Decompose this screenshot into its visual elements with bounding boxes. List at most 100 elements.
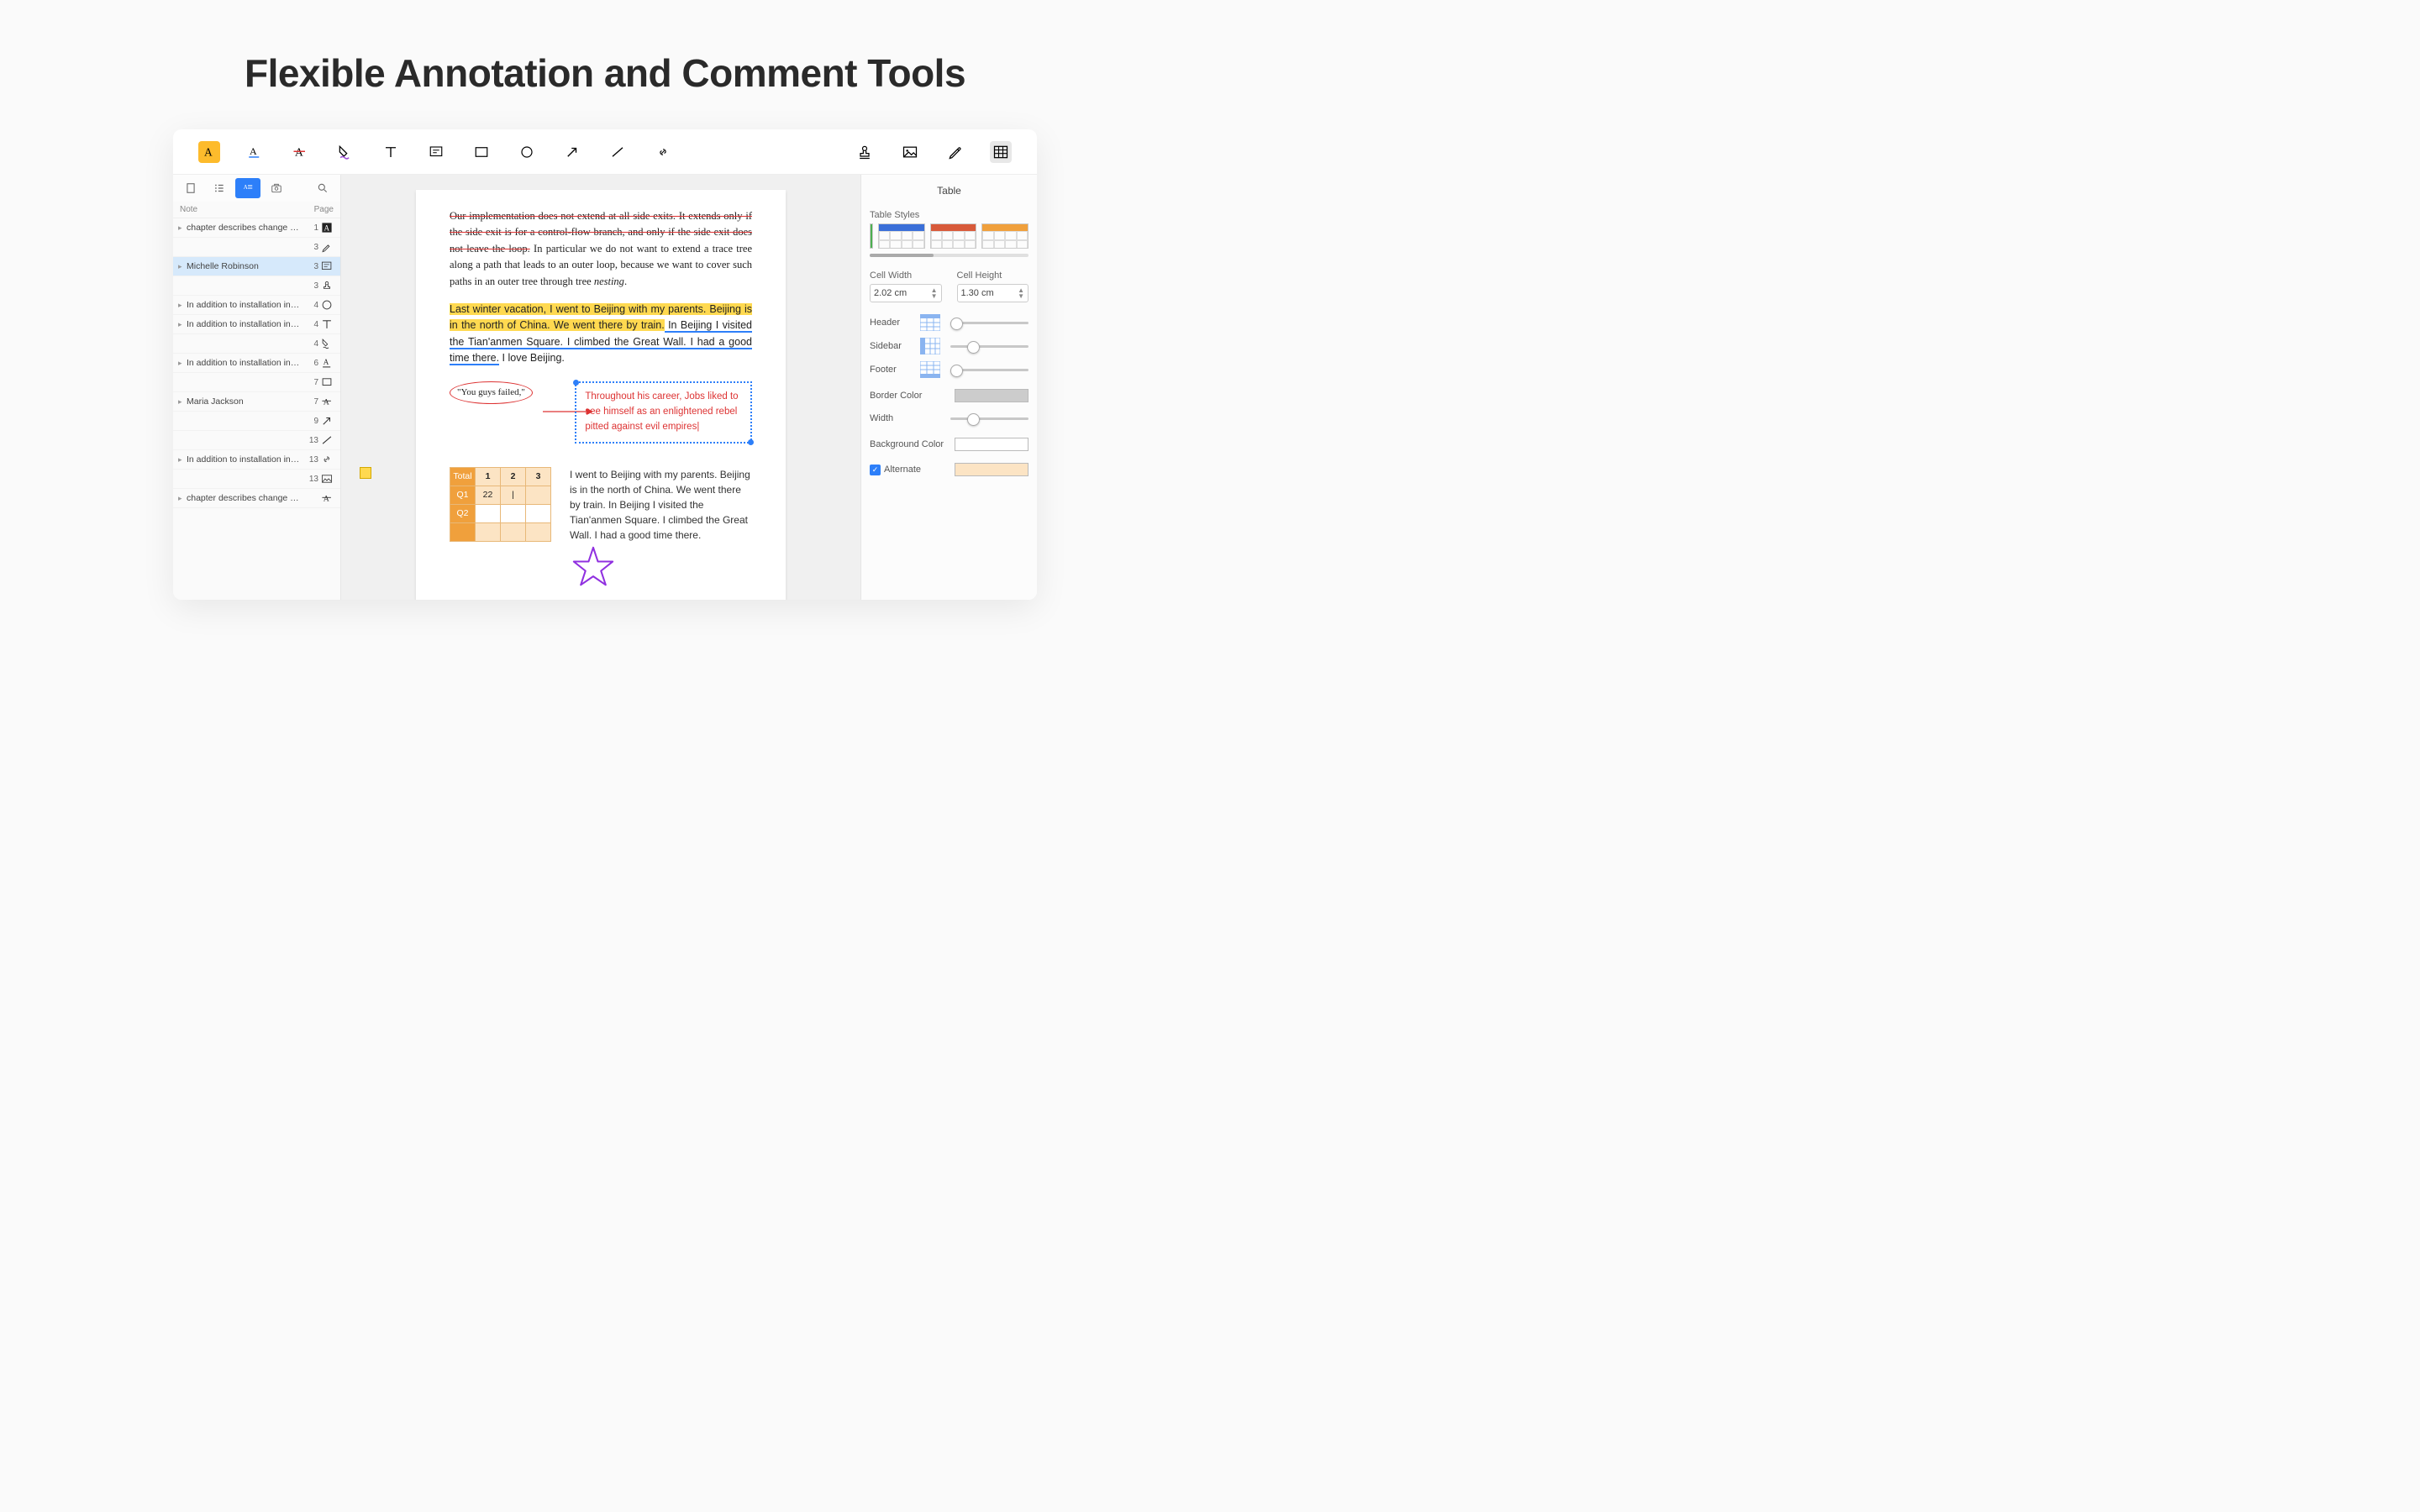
strike-icon: A bbox=[318, 396, 335, 407]
background-color-chip[interactable] bbox=[955, 438, 1028, 451]
squiggle-tool[interactable] bbox=[334, 141, 356, 163]
note-row[interactable]: 4 bbox=[173, 334, 340, 354]
note-row[interactable]: ▸Michelle Robinson3 bbox=[173, 257, 340, 276]
note-row[interactable]: ▸chapter describes change Sho…A bbox=[173, 489, 340, 508]
document-viewport[interactable]: Our implementation does not extend at al… bbox=[341, 175, 860, 600]
background-color-row: Background Color bbox=[870, 433, 1028, 455]
svg-text:A: A bbox=[244, 184, 248, 191]
underline-tool[interactable]: A bbox=[244, 141, 266, 163]
highlight-tool[interactable]: A bbox=[198, 141, 220, 163]
table-style-swatch[interactable] bbox=[981, 223, 1028, 249]
svg-text:A: A bbox=[250, 145, 257, 157]
note-list-header: Note Page bbox=[173, 202, 340, 218]
oval-annotation[interactable]: "You guys failed," bbox=[450, 381, 533, 404]
note-row[interactable]: 13 bbox=[173, 431, 340, 450]
svg-text:A: A bbox=[204, 145, 213, 158]
svg-text:A: A bbox=[324, 398, 329, 407]
note-tool[interactable] bbox=[425, 141, 447, 163]
sticky-note-icon[interactable] bbox=[360, 467, 371, 479]
app-window: A A A bbox=[173, 129, 1037, 600]
paragraph-strikethrough: Our implementation does not extend at al… bbox=[450, 208, 752, 290]
note-row[interactable]: 3 bbox=[173, 276, 340, 296]
cell-height-input[interactable]: 1.30 cm▲▼ bbox=[957, 284, 1029, 302]
note-row[interactable]: 9 bbox=[173, 412, 340, 431]
note-row[interactable]: 7 bbox=[173, 373, 340, 392]
note-row[interactable]: 3 bbox=[173, 238, 340, 257]
note-row[interactable]: ▸Maria Jackson7A bbox=[173, 392, 340, 412]
note-row[interactable]: 13 bbox=[173, 470, 340, 489]
text-tool[interactable] bbox=[380, 141, 402, 163]
border-color-row: Border Color bbox=[870, 385, 1028, 407]
text-icon bbox=[318, 318, 335, 330]
pages-tab[interactable] bbox=[178, 178, 203, 198]
header-slider[interactable] bbox=[950, 322, 1028, 324]
sidebar-option: Sidebar bbox=[870, 334, 1028, 358]
header-option: Header bbox=[870, 311, 1028, 334]
table-style-picker[interactable] bbox=[870, 223, 1028, 249]
alternate-row: ✓Alternate bbox=[870, 459, 1028, 480]
stamp-icon bbox=[318, 280, 335, 291]
snapshot-tab[interactable] bbox=[264, 178, 289, 198]
note-row[interactable]: ▸chapter describes change Sho…1A bbox=[173, 218, 340, 238]
svg-text:A: A bbox=[324, 495, 329, 504]
squiggle-icon bbox=[318, 338, 335, 349]
border-color-chip[interactable] bbox=[955, 389, 1028, 402]
note-row[interactable]: ▸In addition to installation instru…4 bbox=[173, 315, 340, 334]
table-inspector: Table Table Styles Cell Width 2.02 cm▲▼ … bbox=[860, 175, 1037, 600]
link-tool[interactable] bbox=[652, 141, 674, 163]
svg-text:A: A bbox=[324, 224, 330, 233]
highlight-icon: A bbox=[318, 222, 335, 234]
cell-width-input[interactable]: 2.02 cm▲▼ bbox=[870, 284, 942, 302]
note-row[interactable]: ▸In addition to installation instru…13 bbox=[173, 450, 340, 470]
annotations-tab[interactable]: A bbox=[235, 178, 260, 198]
sidebar-style-icon[interactable] bbox=[920, 338, 940, 354]
footer-style-icon[interactable] bbox=[920, 361, 940, 378]
paragraph-highlighted: Last winter vacation, I went to Beijing … bbox=[450, 302, 752, 367]
sidebar-slider[interactable] bbox=[950, 345, 1028, 348]
note-row[interactable]: ▸In addition to installation instru…6A bbox=[173, 354, 340, 373]
note-icon bbox=[318, 260, 335, 272]
strike-icon: A bbox=[318, 492, 335, 504]
rect-icon bbox=[318, 376, 335, 388]
alternate-checkbox[interactable]: ✓ bbox=[870, 465, 881, 475]
border-width-slider[interactable] bbox=[950, 417, 1028, 420]
line-tool[interactable] bbox=[607, 141, 629, 163]
signature-tool[interactable] bbox=[944, 141, 966, 163]
image-tool[interactable] bbox=[899, 141, 921, 163]
cell-height-label: Cell Height bbox=[957, 270, 1029, 281]
outline-tab[interactable] bbox=[207, 178, 232, 198]
table-style-swatch[interactable] bbox=[930, 223, 977, 249]
hero-title: Flexible Annotation and Comment Tools bbox=[0, 0, 1210, 129]
table-styles-label: Table Styles bbox=[870, 210, 1028, 220]
panel-tabs: A bbox=[173, 175, 340, 202]
image-icon bbox=[318, 473, 335, 485]
stamp-tool[interactable] bbox=[854, 141, 876, 163]
underline-icon: A bbox=[318, 357, 335, 369]
search-tab[interactable] bbox=[310, 178, 335, 198]
line-icon bbox=[318, 434, 335, 446]
alternate-color-chip[interactable] bbox=[955, 463, 1028, 476]
border-width-row: Width bbox=[870, 407, 1028, 430]
footer-option: Footer bbox=[870, 358, 1028, 381]
arrow-tool[interactable] bbox=[561, 141, 583, 163]
link-icon bbox=[318, 454, 335, 465]
rectangle-tool[interactable] bbox=[471, 141, 492, 163]
textbox-annotation[interactable]: Throughout his career, Jobs liked to see… bbox=[575, 381, 752, 443]
inserted-table[interactable]: Total123Q122|Q2 bbox=[450, 467, 551, 593]
pdf-page: Our implementation does not extend at al… bbox=[416, 190, 786, 600]
annotation-toolbar: A A A bbox=[173, 129, 1037, 175]
style-scrollbar[interactable] bbox=[870, 254, 1028, 257]
paragraph-plain: I went to Beijing with my parents. Beiji… bbox=[570, 467, 752, 543]
header-style-icon[interactable] bbox=[920, 314, 940, 331]
table-tool[interactable] bbox=[990, 141, 1012, 163]
note-row[interactable]: ▸In addition to installation instru…4 bbox=[173, 296, 340, 315]
note-list[interactable]: ▸chapter describes change Sho…1A3▸Michel… bbox=[173, 218, 340, 600]
arrow-icon bbox=[318, 415, 335, 427]
svg-text:A: A bbox=[324, 358, 329, 366]
circle-tool[interactable] bbox=[516, 141, 538, 163]
arrow-connector bbox=[546, 412, 561, 413]
table-style-swatch[interactable] bbox=[878, 223, 925, 249]
freehand-star-icon bbox=[570, 546, 617, 588]
footer-slider[interactable] bbox=[950, 369, 1028, 371]
strikethrough-tool[interactable]: A bbox=[289, 141, 311, 163]
